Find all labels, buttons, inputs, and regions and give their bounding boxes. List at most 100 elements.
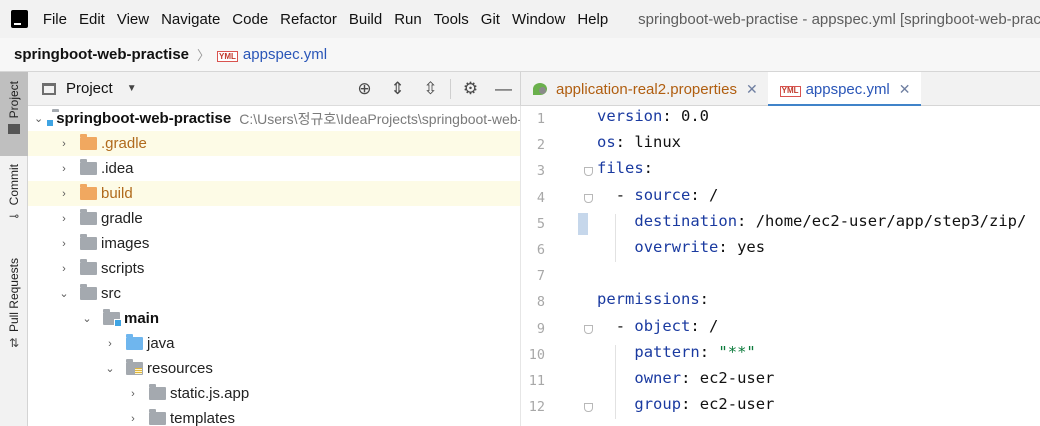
tab-label: application-real2.properties (556, 80, 737, 98)
colon: : (681, 395, 691, 414)
code-line[interactable]: overwrite: yes (634, 238, 765, 256)
project-tree: ⌄ springboot-web-practise C:\Users\정규호\I… (28, 106, 520, 426)
chevron-right-icon[interactable]: › (57, 238, 71, 250)
chevron-down-icon[interactable]: ⌄ (103, 362, 117, 375)
chevron-right-icon[interactable]: › (126, 413, 140, 425)
pull-requests-tool-button[interactable]: Pull Requests ⇅ (0, 258, 28, 368)
tab-properties[interactable]: application-real2.properties ✕ (521, 72, 768, 106)
yml-file-icon: YML (779, 85, 801, 97)
yaml-value: /home/ec2-user/app/step3/zip/ (746, 211, 1027, 230)
folder-icon (80, 209, 97, 225)
yaml-value: linux (625, 133, 682, 152)
fold-marker-icon[interactable] (584, 403, 593, 413)
chevron-down-icon[interactable]: ⌄ (34, 112, 43, 125)
menu-run[interactable]: Run (388, 11, 428, 28)
fold-marker-icon[interactable] (584, 324, 593, 334)
yaml-key: source (634, 185, 691, 204)
tree-item-main[interactable]: ⌄ main (28, 306, 520, 331)
menu-file[interactable]: File (37, 11, 73, 28)
gear-icon[interactable]: ⚙ (454, 72, 487, 106)
menu-refactor[interactable]: Refactor (274, 11, 343, 28)
resources-folder-icon (126, 359, 143, 375)
yaml-value: ec2-user (690, 369, 775, 387)
chevron-right-icon[interactable]: › (57, 138, 71, 150)
breadcrumb-file[interactable]: appspec.yml (243, 46, 327, 63)
select-opened-file-icon[interactable]: ⊕ (348, 72, 381, 106)
code-area[interactable]: version: 0.0 os: linux files: - source: / de… (597, 106, 1040, 426)
colon: : (643, 159, 654, 178)
code-line[interactable]: group: ec2-user (634, 395, 774, 413)
chevron-right-icon[interactable]: › (57, 213, 71, 225)
commit-tool-label: Commit (7, 164, 21, 206)
chevron-right-icon[interactable]: › (126, 388, 140, 400)
intellij-logo-icon[interactable] (8, 7, 32, 31)
menu-build[interactable]: Build (343, 11, 388, 28)
menu-navigate[interactable]: Navigate (155, 11, 226, 28)
code-line[interactable]: version: 0.0 (597, 107, 709, 125)
code-line[interactable]: files: (597, 159, 653, 177)
menu-help[interactable]: Help (571, 11, 614, 28)
line-number: 10 (528, 346, 545, 363)
menu-git[interactable]: Git (475, 11, 506, 28)
chevron-down-icon[interactable]: ⌄ (80, 312, 94, 325)
chevron-right-icon[interactable]: › (57, 163, 71, 175)
menu-view[interactable]: View (111, 11, 155, 28)
breadcrumb-project[interactable]: springboot-web-practise (14, 46, 189, 63)
tree-item-label: src (101, 285, 121, 302)
project-tool-button[interactable]: Project (0, 72, 28, 156)
menu-edit[interactable]: Edit (73, 11, 111, 28)
code-editor[interactable]: 1 2 3 4 5 6 7 8 9 10 11 12 version: 0.0 os: linux fil… (520, 106, 1040, 426)
project-view-icon (42, 82, 56, 95)
fold-marker-icon[interactable] (584, 167, 593, 177)
tree-item-src[interactable]: ⌄ src (28, 281, 520, 306)
menu-code[interactable]: Code (226, 11, 274, 28)
tree-item-java[interactable]: › java (28, 331, 520, 356)
code-line[interactable]: - object: / (616, 317, 719, 335)
tree-item-gradle-dir[interactable]: › gradle (28, 206, 520, 231)
collapse-all-icon[interactable]: ⇳ (414, 72, 447, 106)
tree-root[interactable]: ⌄ springboot-web-practise C:\Users\정규호\I… (28, 106, 520, 131)
chevron-right-icon[interactable]: › (57, 263, 71, 275)
code-line[interactable]: os: linux (597, 133, 681, 151)
tree-item-label: images (101, 235, 150, 252)
tree-root-path: C:\Users\정규호\IdeaProjects\springboot-web… (239, 110, 520, 127)
chevron-down-icon[interactable]: ▼ (127, 83, 137, 94)
code-line[interactable]: pattern: "**" (634, 343, 755, 361)
yaml-value (709, 343, 718, 361)
project-panel-title[interactable]: Project (66, 80, 113, 97)
yaml-value: / (699, 316, 719, 335)
menu-window[interactable]: Window (506, 11, 571, 28)
breadcrumb-separator-icon: 〉 (197, 48, 211, 63)
tree-item-idea[interactable]: › .idea (28, 156, 520, 181)
pull-request-icon: ⇅ (8, 336, 20, 351)
tree-item-static-js-app[interactable]: › static.js.app (28, 381, 520, 406)
chevron-right-icon[interactable]: › (103, 338, 117, 350)
tree-item-templates[interactable]: › templates (28, 406, 520, 426)
tree-item-images[interactable]: › images (28, 231, 520, 256)
line-number: 6 (536, 242, 545, 258)
tree-item-gradle[interactable]: › .gradle (28, 131, 520, 156)
code-line[interactable]: owner: ec2-user (634, 369, 774, 387)
tab-yml[interactable]: YML appspec.yml ✕ (767, 72, 921, 107)
spring-properties-icon (533, 83, 547, 95)
tree-item-scripts[interactable]: › scripts (28, 256, 520, 281)
chevron-down-icon[interactable]: ⌄ (57, 287, 71, 300)
line-number: 9 (536, 320, 545, 337)
code-line[interactable]: - source: / (616, 186, 719, 204)
tree-item-resources[interactable]: ⌄ resources (28, 356, 520, 381)
chevron-right-icon[interactable]: › (57, 188, 71, 200)
expand-all-icon[interactable]: ⇕ (381, 72, 414, 106)
commit-tool-button[interactable]: Commit ⊸ (0, 164, 28, 240)
hide-panel-icon[interactable]: — (487, 72, 520, 106)
change-marker[interactable] (578, 213, 588, 235)
code-line[interactable]: permissions: (597, 290, 709, 308)
close-icon[interactable]: ✕ (899, 81, 911, 98)
close-icon[interactable]: ✕ (746, 81, 758, 98)
fold-marker-icon[interactable] (584, 193, 593, 203)
menu-tools[interactable]: Tools (428, 11, 475, 28)
tree-item-build[interactable]: › build (28, 181, 520, 206)
folder-icon (8, 124, 20, 135)
colon: : (690, 316, 700, 335)
tree-item-label: java (147, 335, 175, 352)
code-line[interactable]: destination: /home/ec2-user/app/step3/zi… (634, 212, 1026, 230)
